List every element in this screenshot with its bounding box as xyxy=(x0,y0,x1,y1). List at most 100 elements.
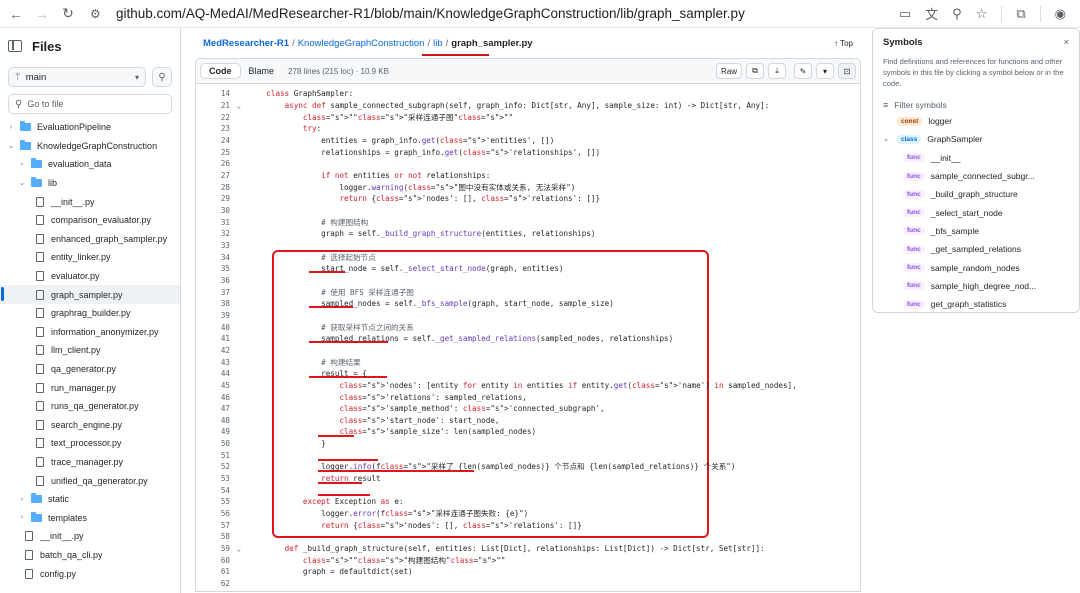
symbol-item[interactable]: const logger xyxy=(883,112,1069,130)
chevron-icon[interactable]: › xyxy=(17,514,27,521)
search-files-button[interactable]: ⚲ xyxy=(152,67,172,87)
tree-file[interactable]: batch_qa_cli.py xyxy=(0,546,180,565)
raw-button[interactable]: Raw xyxy=(715,63,742,79)
line-number[interactable]: 47 xyxy=(196,404,230,413)
tree-file[interactable]: llm_client.py xyxy=(0,341,180,360)
line-number[interactable]: 27 xyxy=(196,171,230,180)
back-to-top-button[interactable]: ↑ Top xyxy=(834,39,853,48)
line-number[interactable]: 43 xyxy=(196,358,230,367)
bookmark-star-icon[interactable]: ☆ xyxy=(976,6,988,22)
close-icon[interactable]: × xyxy=(1063,37,1069,48)
chevron-icon[interactable]: › xyxy=(17,161,27,168)
line-number[interactable]: 28 xyxy=(196,183,230,192)
tree-file[interactable]: search_engine.py xyxy=(0,416,180,435)
line-number[interactable]: 32 xyxy=(196,229,230,238)
chevron-icon[interactable]: ⌄ xyxy=(17,179,27,187)
tree-file[interactable]: evaluator.py xyxy=(0,267,180,286)
tree-file[interactable]: config.py xyxy=(0,564,180,583)
line-number[interactable]: 58 xyxy=(196,532,230,541)
profile-icon[interactable]: ◉ xyxy=(1055,6,1066,22)
line-number[interactable]: 40 xyxy=(196,323,230,332)
breadcrumb-repo[interactable]: MedResearcher-R1 xyxy=(203,38,289,49)
line-number[interactable]: 56 xyxy=(196,509,230,518)
tree-file[interactable]: trace_manager.py xyxy=(0,453,180,472)
code-viewer[interactable]: 14 class GraphSampler: 21 ⌄ async def samp… xyxy=(195,84,861,592)
line-number[interactable]: 52 xyxy=(196,462,230,471)
tree-file[interactable]: graph_sampler.py xyxy=(0,285,180,304)
line-number[interactable]: 22 xyxy=(196,113,230,122)
tree-file[interactable]: __init__.py xyxy=(0,192,180,211)
chevron-icon[interactable]: ⌄ xyxy=(6,142,16,150)
download-icon[interactable]: ⤓ xyxy=(768,63,786,79)
tree-file[interactable]: qa_generator.py xyxy=(0,360,180,379)
tree-file[interactable]: text_processor.py xyxy=(0,434,180,453)
edit-pencil-icon[interactable]: ✎ xyxy=(794,63,812,79)
symbol-item[interactable]: func __init__ xyxy=(883,149,1069,167)
line-number[interactable]: 41 xyxy=(196,334,230,343)
collapse-panel-icon[interactable] xyxy=(8,40,22,52)
go-to-file-input[interactable]: ⚲ Go to file xyxy=(8,94,172,114)
symbol-item[interactable]: ⌄ class GraphSampler xyxy=(883,130,1069,148)
tree-file[interactable]: __init__.py xyxy=(0,527,180,546)
tree-folder[interactable]: › templates xyxy=(0,508,180,527)
line-number[interactable]: 60 xyxy=(196,556,230,565)
extensions-icon[interactable]: ⧉ xyxy=(1016,6,1025,22)
chevron-down-icon[interactable]: ⌄ xyxy=(883,135,891,143)
line-number[interactable]: 38 xyxy=(196,299,230,308)
symbol-item[interactable]: func _select_start_node xyxy=(883,203,1069,221)
line-number[interactable]: 61 xyxy=(196,567,230,576)
tree-file[interactable]: information_anonymizer.py xyxy=(0,323,180,342)
tab-code[interactable]: Code xyxy=(200,63,241,79)
zoom-icon[interactable]: ⚲ xyxy=(952,6,962,22)
tree-file[interactable]: graphrag_builder.py xyxy=(0,304,180,323)
cast-icon[interactable]: ▭ xyxy=(899,6,911,22)
line-number[interactable]: 25 xyxy=(196,148,230,157)
breadcrumb-folder[interactable]: KnowledgeGraphConstruction xyxy=(298,38,425,49)
site-settings-icon[interactable]: ⚙ xyxy=(90,7,108,21)
tree-folder[interactable]: › EvaluationPipeline xyxy=(0,118,180,137)
fold-chevron-icon[interactable]: ⌄ xyxy=(230,102,248,110)
line-number[interactable]: 24 xyxy=(196,136,230,145)
line-number[interactable]: 33 xyxy=(196,241,230,250)
line-number[interactable]: 23 xyxy=(196,124,230,133)
line-number[interactable]: 55 xyxy=(196,497,230,506)
line-number[interactable]: 21 xyxy=(196,101,230,110)
branch-selector[interactable]: ᛘ main ▾ xyxy=(8,67,146,87)
symbol-item[interactable]: func _get_sampled_relations xyxy=(883,240,1069,258)
tree-folder[interactable]: ⌄ KnowledgeGraphConstruction xyxy=(0,137,180,156)
symbol-item[interactable]: func sample_random_nodes xyxy=(883,258,1069,276)
breadcrumb-folder[interactable]: lib xyxy=(433,38,443,49)
tree-file[interactable]: enhanced_graph_sampler.py xyxy=(0,230,180,249)
tree-file[interactable]: unified_qa_generator.py xyxy=(0,471,180,490)
line-number[interactable]: 26 xyxy=(196,159,230,168)
line-number[interactable]: 37 xyxy=(196,288,230,297)
line-number[interactable]: 51 xyxy=(196,451,230,460)
copy-icon[interactable]: ⧉ xyxy=(746,63,764,79)
line-number[interactable]: 42 xyxy=(196,346,230,355)
symbol-item[interactable]: func sample_connected_subgr... xyxy=(883,167,1069,185)
symbols-panel-toggle-icon[interactable]: ⊡ xyxy=(838,63,856,79)
back-arrow-icon[interactable]: ← xyxy=(6,4,26,24)
line-number[interactable]: 59 xyxy=(196,544,230,553)
tree-file[interactable]: run_manager.py xyxy=(0,378,180,397)
line-number[interactable]: 31 xyxy=(196,218,230,227)
forward-arrow-icon[interactable]: → xyxy=(32,4,52,24)
line-number[interactable]: 39 xyxy=(196,311,230,320)
line-number[interactable]: 49 xyxy=(196,427,230,436)
tree-folder[interactable]: ⌄ lib xyxy=(0,174,180,193)
address-bar[interactable]: ⚙ github.com/AQ-MedAI/MedResearcher-R1/b… xyxy=(90,2,899,26)
line-number[interactable]: 36 xyxy=(196,276,230,285)
tab-blame[interactable]: Blame xyxy=(241,64,283,78)
symbol-item[interactable]: func sample_high_degree_nod... xyxy=(883,277,1069,295)
line-number[interactable]: 46 xyxy=(196,393,230,402)
line-number[interactable]: 54 xyxy=(196,486,230,495)
tree-folder[interactable]: › static xyxy=(0,490,180,509)
line-number[interactable]: 14 xyxy=(196,89,230,98)
tree-file[interactable]: entity_linker.py xyxy=(0,248,180,267)
line-number[interactable]: 48 xyxy=(196,416,230,425)
line-number[interactable]: 29 xyxy=(196,194,230,203)
tree-file[interactable]: comparison_evaluator.py xyxy=(0,211,180,230)
symbol-item[interactable]: func _build_graph_structure xyxy=(883,185,1069,203)
tree-file[interactable]: runs_qa_generator.py xyxy=(0,397,180,416)
line-number[interactable]: 30 xyxy=(196,206,230,215)
